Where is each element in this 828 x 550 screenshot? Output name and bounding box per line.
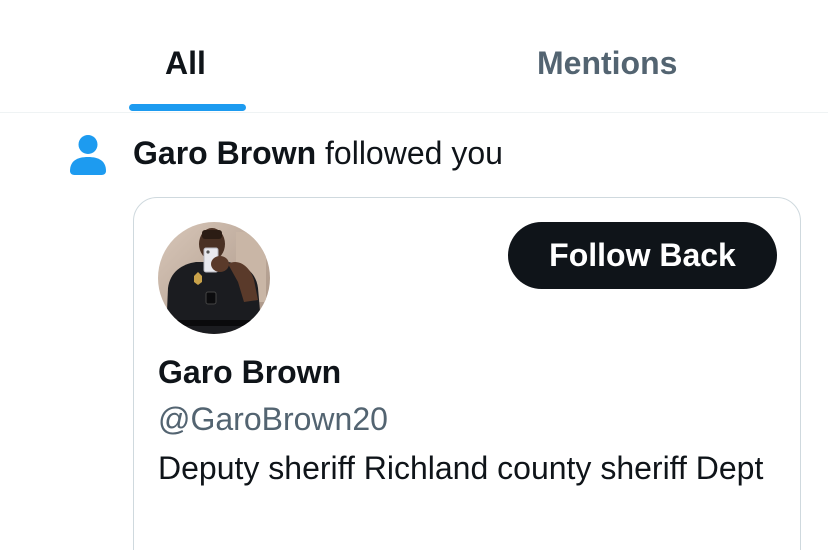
notifications-page: All Mentions Garo Brown followed you Fol…	[0, 0, 828, 550]
tab-all[interactable]: All	[0, 0, 375, 112]
notification-text: Garo Brown followed you	[133, 133, 503, 173]
tab-mentions-label: Mentions	[537, 45, 678, 81]
person-icon	[70, 135, 106, 175]
notification-action: followed you	[316, 135, 503, 171]
user-handle[interactable]: @GaroBrown20	[158, 399, 388, 439]
tab-all-label: All	[165, 45, 206, 81]
active-tab-indicator	[129, 104, 246, 111]
user-bio: Deputy sheriff Richland county sheriff D…	[158, 450, 764, 486]
notification-actor-name[interactable]: Garo Brown	[133, 135, 316, 171]
tab-mentions[interactable]: Mentions	[400, 0, 828, 112]
avatar-photo	[158, 222, 270, 334]
notifications-tab-bar: All Mentions	[0, 0, 828, 113]
user-card[interactable]: Follow Back Garo Brown @GaroBrown20 Depu…	[133, 197, 801, 550]
user-avatar[interactable]	[158, 222, 270, 334]
follow-back-button[interactable]: Follow Back	[508, 222, 777, 289]
user-display-name[interactable]: Garo Brown	[158, 352, 341, 392]
follow-notification[interactable]: Garo Brown followed you Follow Back Garo…	[0, 113, 828, 550]
